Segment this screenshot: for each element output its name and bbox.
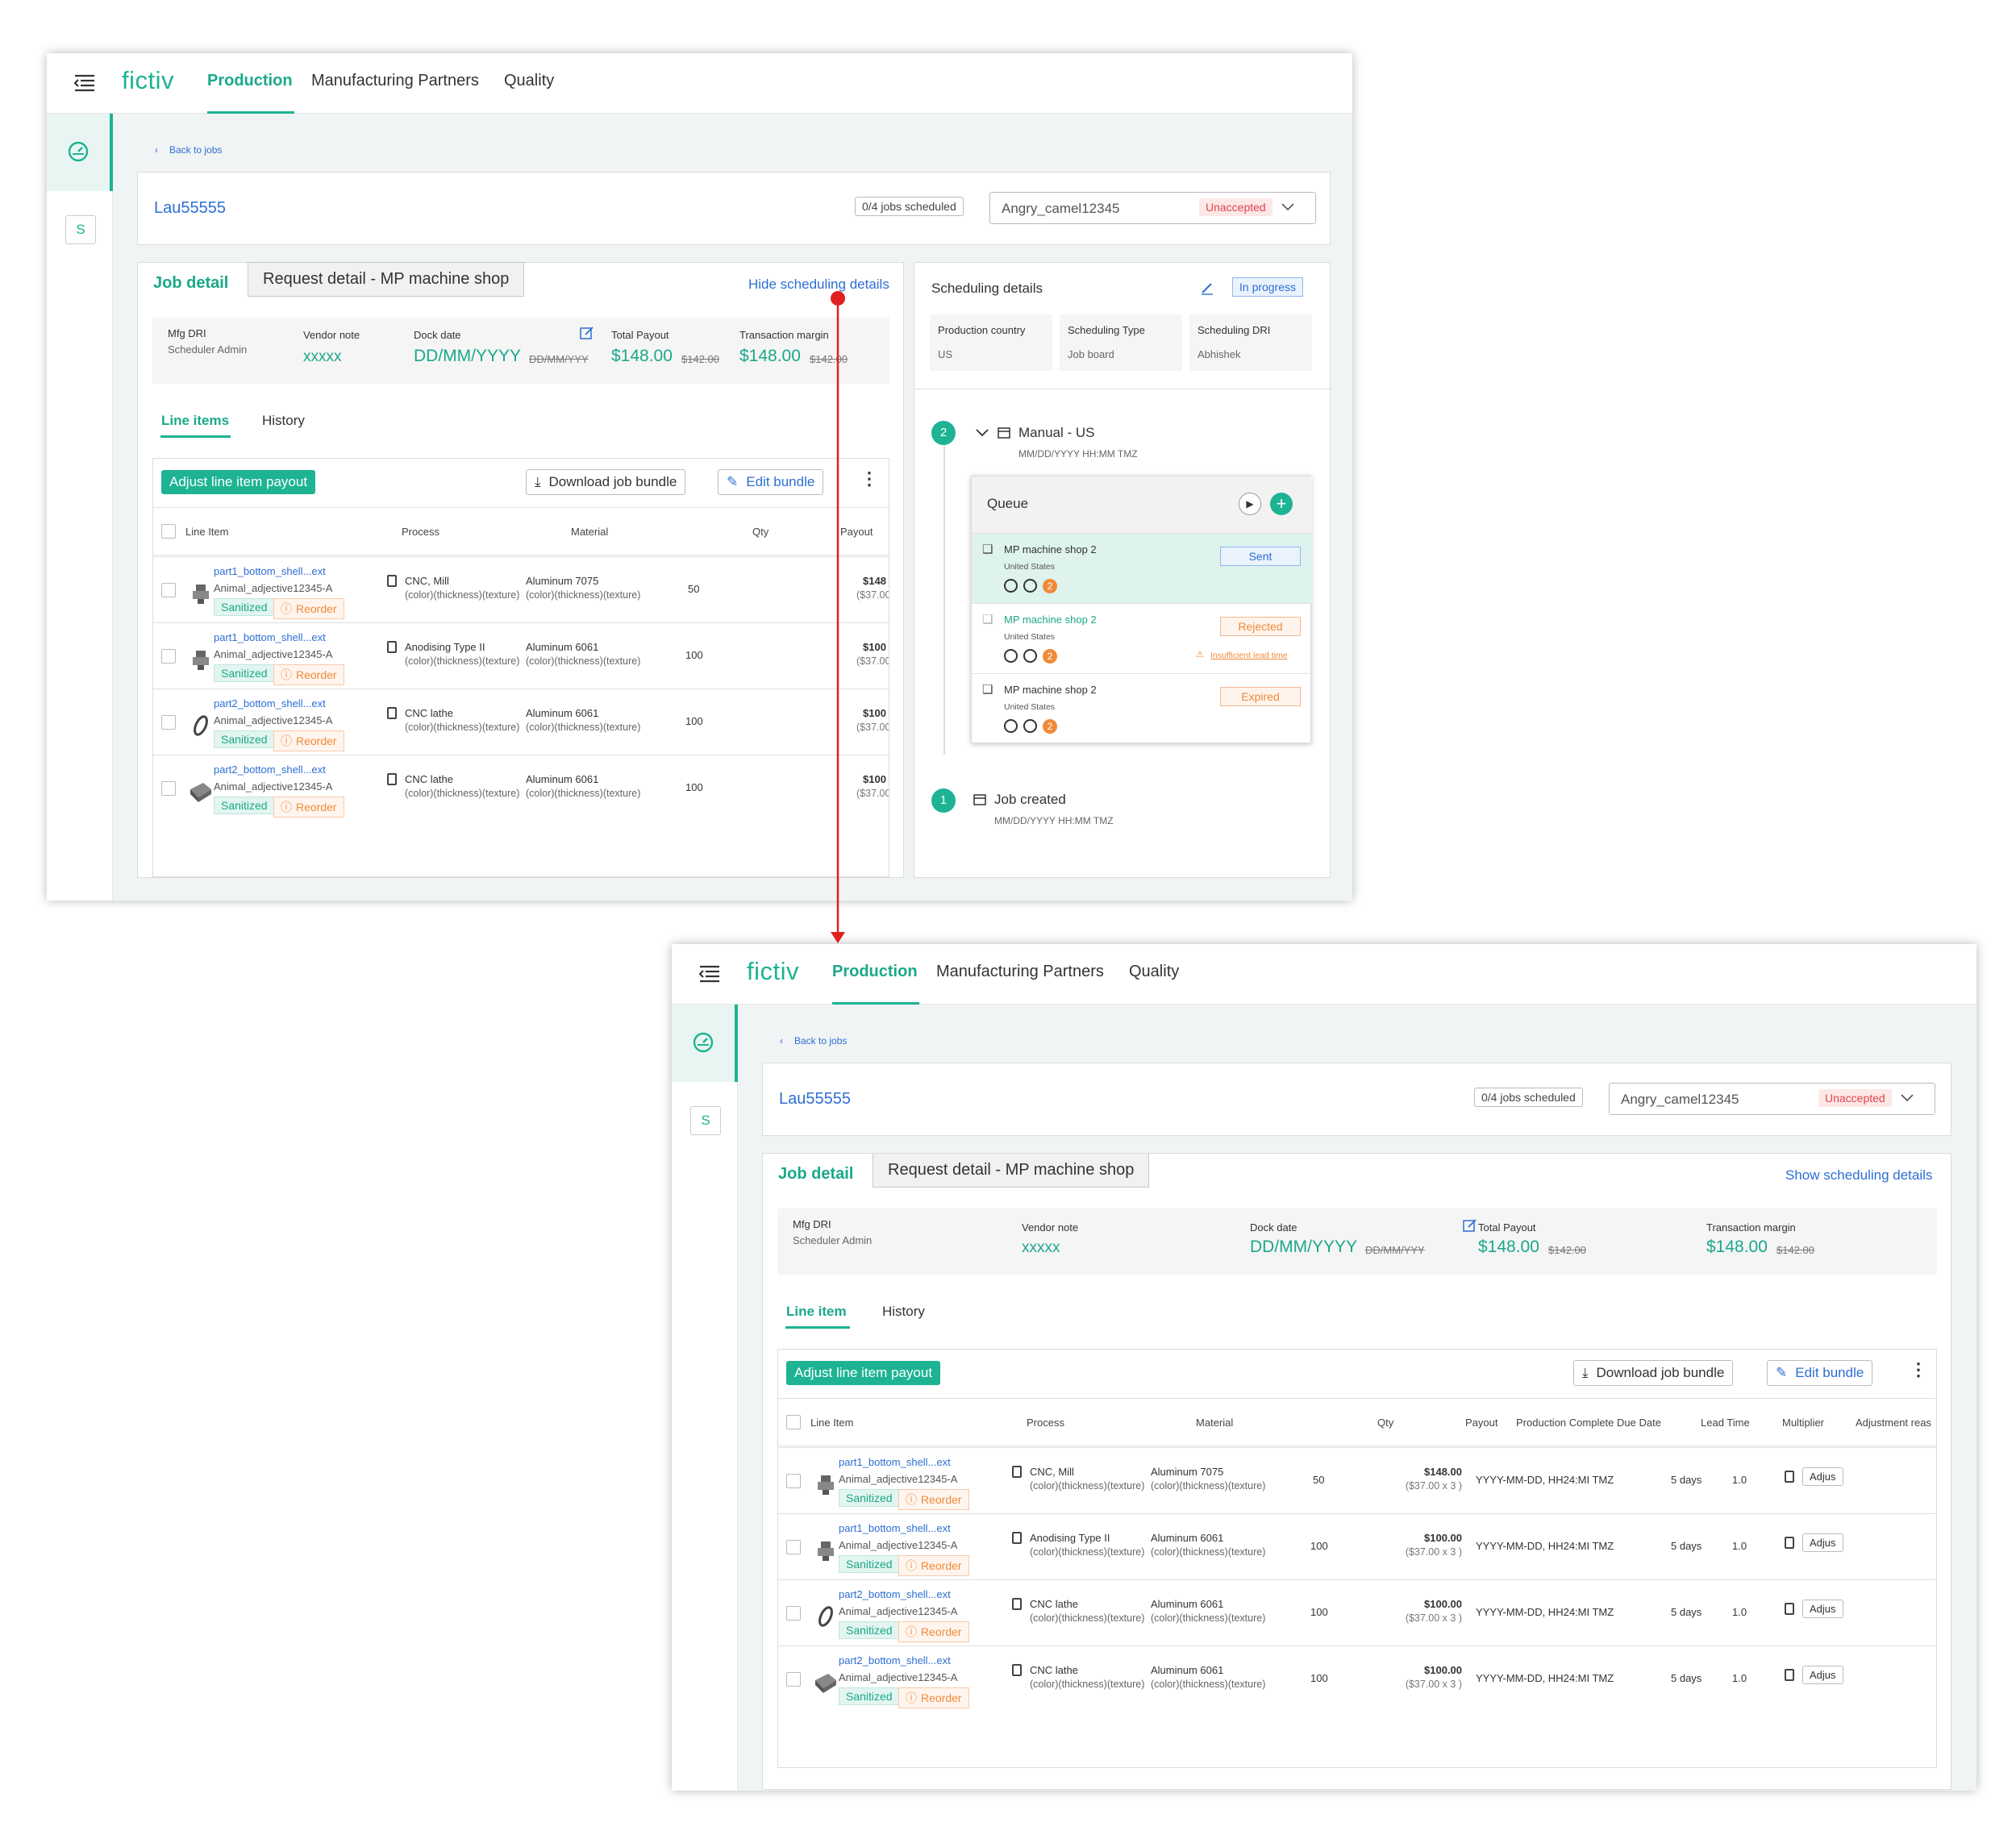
arrow-head — [831, 932, 845, 943]
transition-arrow — [831, 291, 845, 943]
